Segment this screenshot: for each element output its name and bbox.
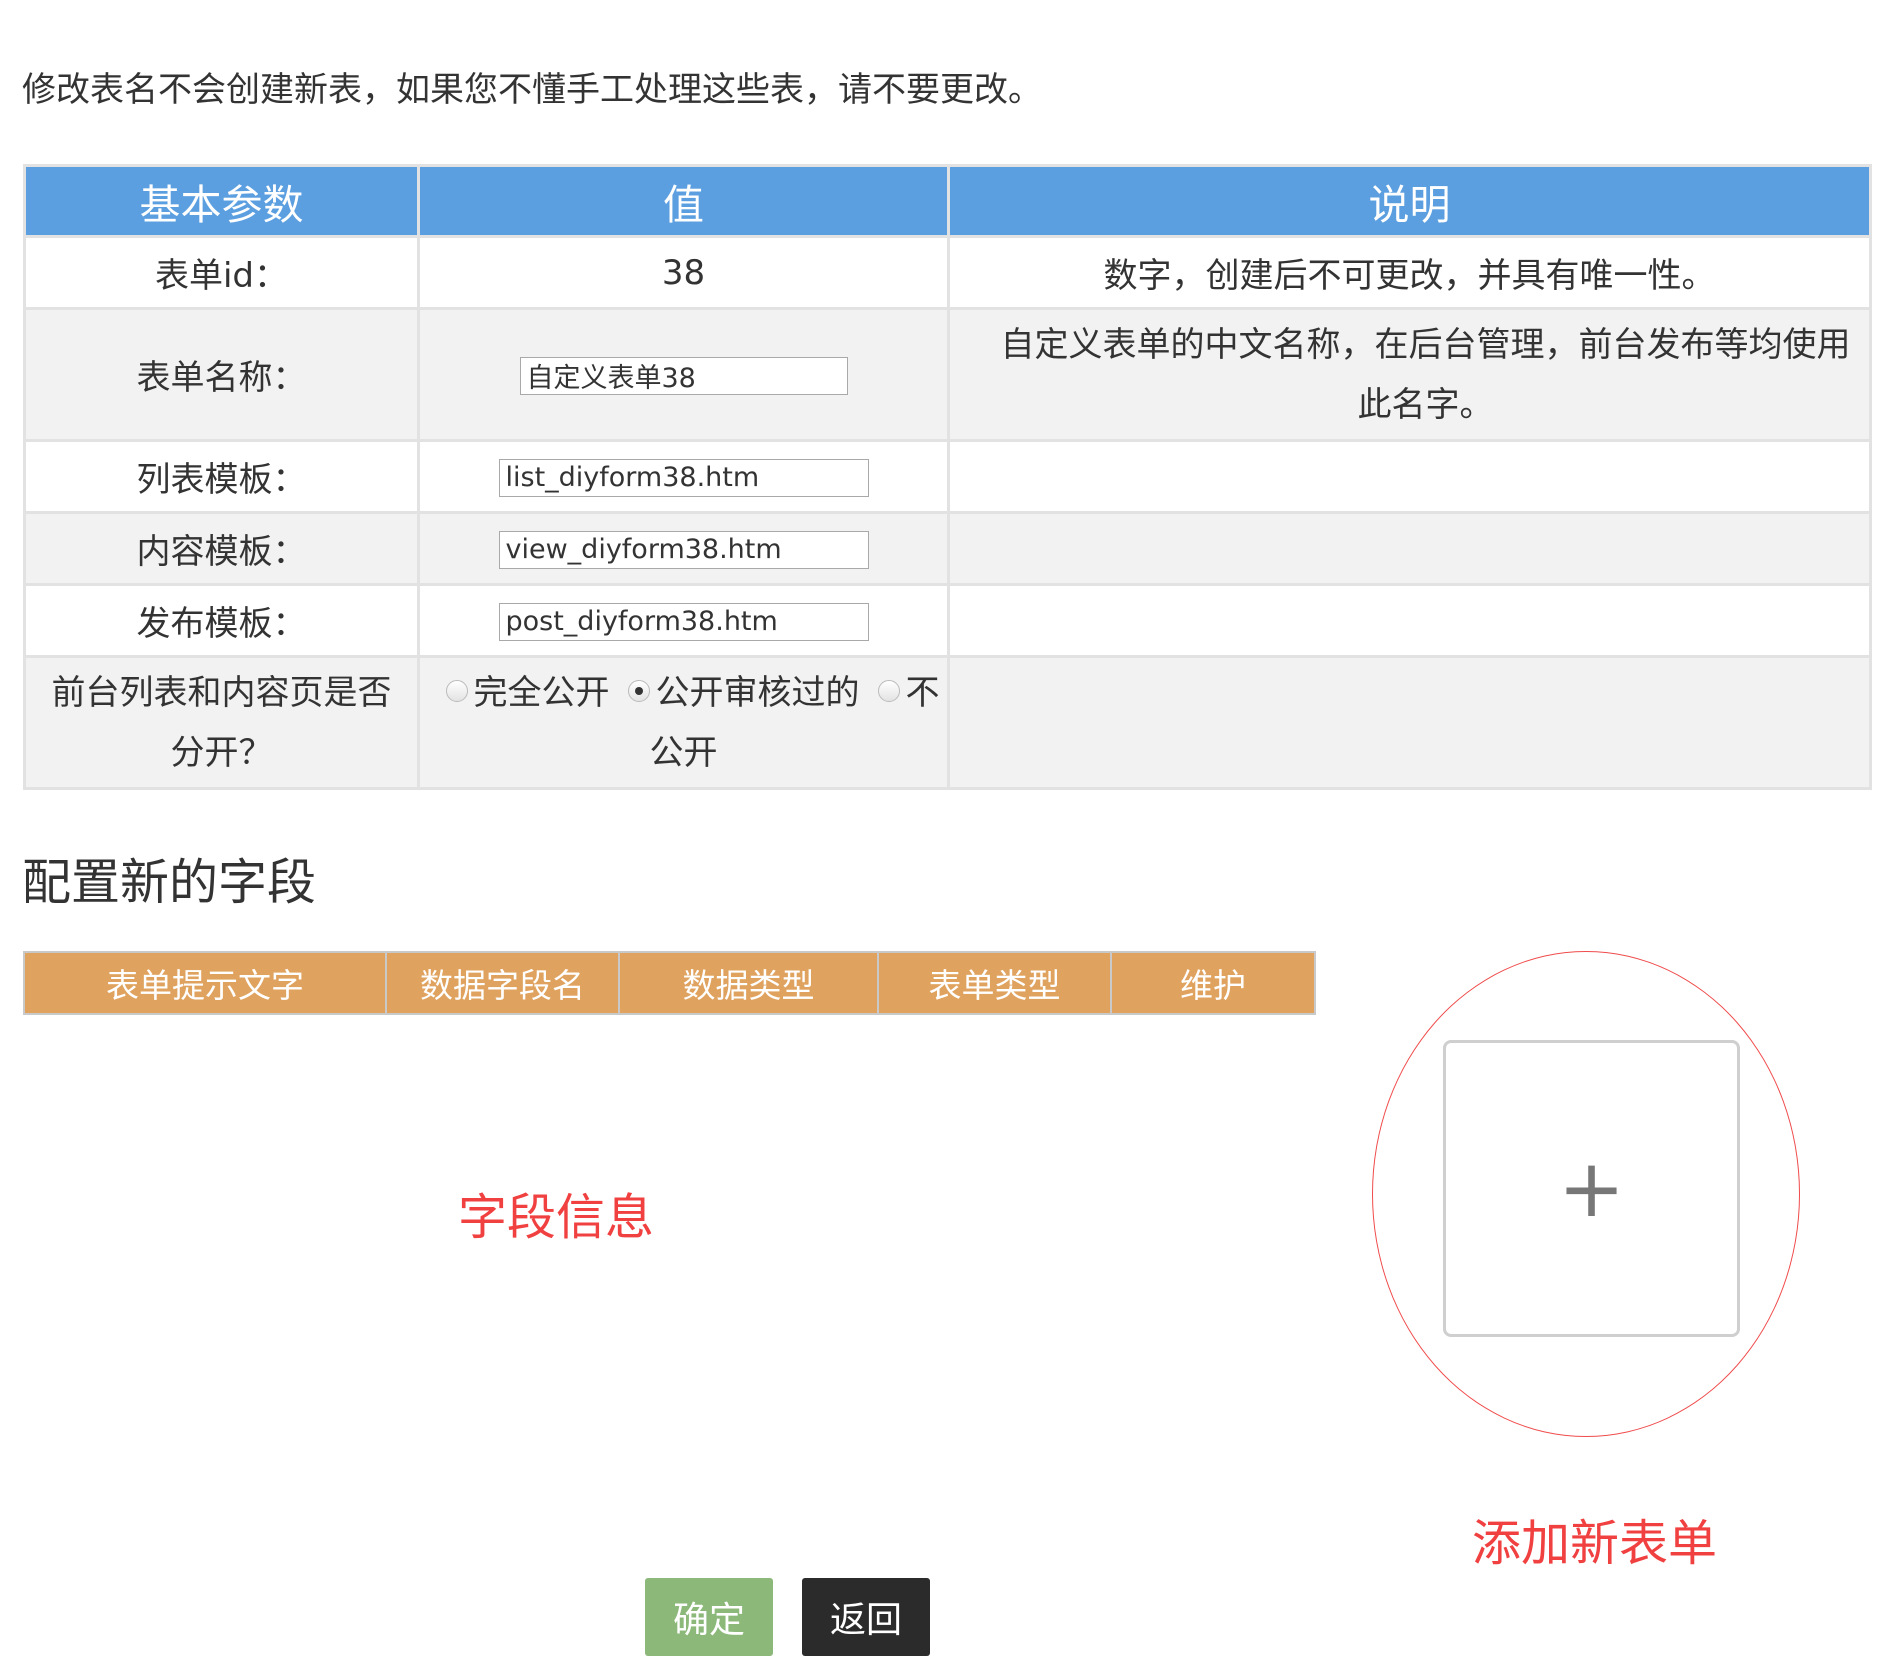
post-template-desc <box>947 583 1872 658</box>
form-id-value: 38 <box>417 235 950 310</box>
post-template-input[interactable] <box>498 602 869 641</box>
form-name-label: 表单名称： <box>23 307 420 442</box>
field-info-annotation: 字段信息 <box>458 1189 655 1246</box>
row-form-name: 表单名称： 自定义表单的中文名称，在后台管理，前台发布等均使用此名字。 <box>23 307 1872 442</box>
radio-full-public[interactable] <box>445 679 468 702</box>
section-title: 配置新的字段 <box>22 854 317 911</box>
public-desc <box>947 655 1872 790</box>
radio-public-reviewed[interactable] <box>627 679 650 702</box>
row-public: 前台列表和内容页是否分开？ 完全公开 公开审核过的 不公开 <box>23 655 1872 790</box>
fields-header-prompt: 表单提示文字 <box>23 951 387 1015</box>
fields-header-form-type: 表单类型 <box>877 951 1112 1015</box>
fields-table: 表单提示文字 数据字段名 数据类型 表单类型 维护 <box>23 951 1316 1015</box>
list-template-input[interactable] <box>498 458 869 497</box>
header-value: 值 <box>417 164 950 238</box>
row-post-template: 发布模板： <box>23 583 1872 658</box>
form-name-input[interactable] <box>519 356 848 395</box>
radio-not-public[interactable] <box>877 679 900 702</box>
option-public-reviewed-label: 公开审核过的 <box>655 672 860 713</box>
back-button[interactable]: 返回 <box>802 1578 930 1656</box>
list-template-desc <box>947 439 1872 514</box>
view-template-label: 内容模板： <box>23 511 420 586</box>
row-view-template: 内容模板： <box>23 511 1872 586</box>
add-new-form-annotation: 添加新表单 <box>1472 1515 1718 1572</box>
row-form-id: 表单id： 38 数字，创建后不可更改，并具有唯一性。 <box>23 235 1872 310</box>
form-id-desc: 数字，创建后不可更改，并具有唯一性。 <box>947 235 1872 310</box>
params-header-row: 基本参数 值 说明 <box>23 164 1872 238</box>
notice-text: 修改表名不会创建新表，如果您不懂手工处理这些表，请不要更改。 <box>22 70 1042 110</box>
list-template-label: 列表模板： <box>23 439 420 514</box>
view-template-cell <box>417 511 950 586</box>
list-template-cell <box>417 439 950 514</box>
view-template-input[interactable] <box>498 530 869 569</box>
row-list-template: 列表模板： <box>23 439 1872 514</box>
plus-icon: + <box>1557 1141 1626 1235</box>
form-name-cell <box>417 307 950 442</box>
post-template-label: 发布模板： <box>23 583 420 658</box>
view-template-desc <box>947 511 1872 586</box>
header-description: 说明 <box>947 164 1872 238</box>
form-name-desc: 自定义表单的中文名称，在后台管理，前台发布等均使用此名字。 <box>947 307 1872 442</box>
post-template-cell <box>417 583 950 658</box>
add-form-button[interactable]: + <box>1443 1040 1740 1337</box>
fields-header-maintain: 维护 <box>1110 951 1316 1015</box>
basic-params-table: 基本参数 值 说明 表单id： 38 数字，创建后不可更改，并具有唯一性。 表单… <box>23 164 1872 790</box>
fields-header-field-name: 数据字段名 <box>385 951 620 1015</box>
public-label: 前台列表和内容页是否分开？ <box>23 655 420 790</box>
ok-button[interactable]: 确定 <box>645 1578 773 1656</box>
fields-header-row: 表单提示文字 数据字段名 数据类型 表单类型 维护 <box>23 951 1316 1015</box>
header-basic-params: 基本参数 <box>23 164 420 238</box>
fields-header-data-type: 数据类型 <box>618 951 879 1015</box>
form-id-label: 表单id： <box>23 235 420 310</box>
option-full-public-label: 完全公开 <box>473 672 610 713</box>
public-options: 完全公开 公开审核过的 不公开 <box>417 655 950 790</box>
